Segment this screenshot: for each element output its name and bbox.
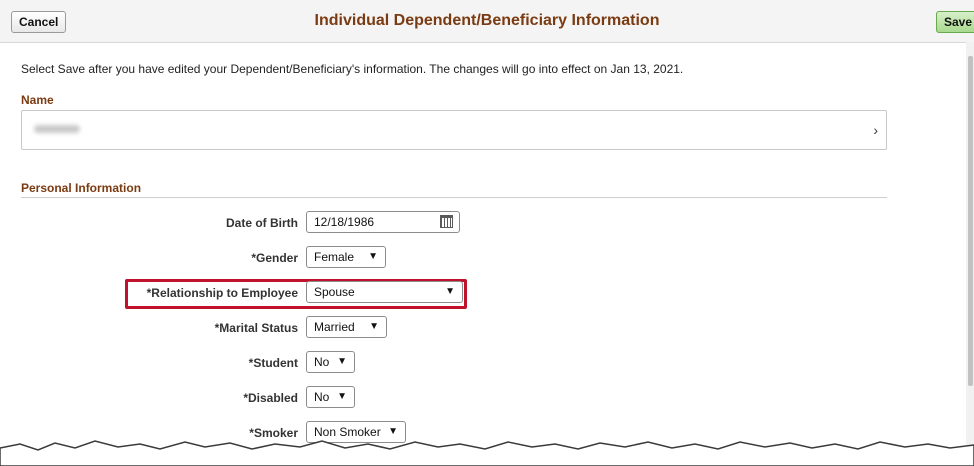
name-section-label: Name bbox=[21, 93, 54, 107]
chevron-down-icon: ▼ bbox=[337, 391, 347, 402]
disabled-select[interactable]: No ▼ bbox=[306, 386, 355, 408]
gender-label: *Gender bbox=[251, 251, 298, 265]
student-value: No bbox=[314, 355, 330, 369]
relationship-label: *Relationship to Employee bbox=[146, 286, 298, 300]
save-button[interactable]: Save bbox=[936, 11, 974, 33]
dob-value: 12/18/1986 bbox=[314, 215, 375, 229]
section-divider bbox=[21, 197, 887, 198]
chevron-down-icon: ▼ bbox=[337, 356, 347, 367]
scrollbar-thumb[interactable] bbox=[968, 56, 973, 386]
blurred-name bbox=[34, 125, 80, 133]
disabled-value: No bbox=[314, 390, 330, 404]
disabled-label: *Disabled bbox=[243, 391, 298, 405]
personal-info-section-label: Personal Information bbox=[21, 181, 142, 195]
page-header: Cancel Individual Dependent/Beneficiary … bbox=[0, 0, 974, 43]
chevron-right-icon: › bbox=[873, 122, 878, 138]
chevron-down-icon: ▼ bbox=[445, 286, 455, 297]
chevron-down-icon: ▼ bbox=[368, 251, 378, 262]
dob-input[interactable]: 12/18/1986 bbox=[306, 211, 460, 233]
student-select[interactable]: No ▼ bbox=[306, 351, 355, 373]
gender-value: Female bbox=[314, 250, 355, 264]
relationship-value: Spouse bbox=[314, 285, 355, 299]
chevron-down-icon: ▼ bbox=[369, 321, 379, 332]
relationship-select[interactable]: Spouse ▼ bbox=[306, 281, 463, 303]
instruction-text: Select Save after you have edited your D… bbox=[21, 62, 684, 76]
gender-select[interactable]: Female ▼ bbox=[306, 246, 386, 268]
marital-value: Married bbox=[314, 320, 355, 334]
marital-select[interactable]: Married ▼ bbox=[306, 316, 387, 338]
page-title: Individual Dependent/Beneficiary Informa… bbox=[314, 12, 660, 29]
marital-label: *Marital Status bbox=[214, 321, 298, 335]
torn-edge bbox=[0, 440, 974, 466]
name-row[interactable]: › bbox=[21, 110, 887, 150]
dob-label: Date of Birth bbox=[226, 216, 298, 230]
student-label: *Student bbox=[248, 356, 298, 370]
calendar-icon[interactable] bbox=[440, 215, 453, 228]
